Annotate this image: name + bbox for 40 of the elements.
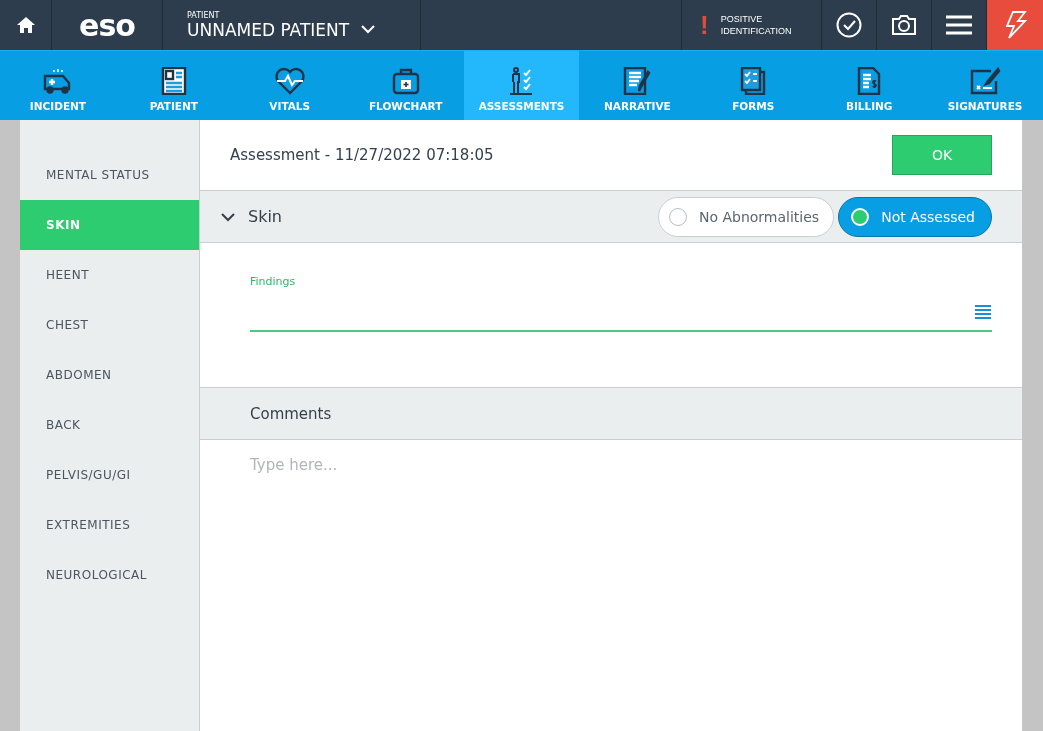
comments-title: Comments <box>250 404 332 423</box>
assessment-title: Assessment - 11/27/2022 07:18:05 <box>230 146 494 164</box>
radio-option[interactable]: Not Assessed <box>838 196 992 237</box>
nav-tab[interactable]: BILLING <box>811 51 928 120</box>
radio-option[interactable]: No Abnormalities <box>657 196 835 237</box>
nav-tab[interactable]: PATIENT <box>115 51 232 120</box>
list-icon[interactable] <box>974 305 992 319</box>
sidebar-item[interactable]: ABDOMEN <box>20 350 199 400</box>
logo: eso <box>79 7 135 43</box>
nav-tab[interactable]: SIGNATURES <box>927 51 1043 120</box>
lightning-icon <box>1003 11 1027 39</box>
nav-tab[interactable]: INCIDENT <box>0 51 116 120</box>
comments-field[interactable]: Type here... <box>200 440 1022 731</box>
nav-tab[interactable]: ASSESSMENTS <box>463 51 580 120</box>
nav-tab[interactable]: FORMS <box>695 51 812 120</box>
findings-label: Findings <box>250 275 297 288</box>
section-title: Skin <box>248 207 283 226</box>
sidebar-item[interactable]: EXTREMITIES <box>20 500 199 550</box>
sidebar-item[interactable]: NEUROLOGICAL <box>20 550 199 600</box>
chevron-icon <box>361 25 376 34</box>
positive-identification-button[interactable]: ! POSITIVE IDENTIFICATION <box>682 0 822 50</box>
sidebar-item[interactable]: HEENT <box>20 250 199 300</box>
check-circle-icon <box>836 12 862 38</box>
lightning-button[interactable] <box>987 0 1043 50</box>
camera-icon <box>891 14 917 36</box>
sidebar-item[interactable]: PELVIS/GU/GI <box>20 450 199 500</box>
sidebar-item[interactable]: SKIN <box>20 200 199 250</box>
signature-icon <box>969 67 1002 95</box>
nav-tab[interactable]: FLOWCHART <box>347 51 464 120</box>
chevron-icon[interactable] <box>220 211 236 222</box>
nav-tab[interactable]: VITALS <box>231 51 348 120</box>
heart-pulse-icon <box>273 67 306 95</box>
sidebar-item[interactable]: CHEST <box>20 300 199 350</box>
sidebar-item[interactable]: BACK <box>20 400 199 450</box>
home-icon <box>15 16 36 34</box>
patient-selector[interactable]: PATIENT UNNAMED PATIENT <box>163 0 421 50</box>
menu-icon <box>946 15 972 35</box>
sidebar-item[interactable]: MENTAL STATUS <box>20 150 199 200</box>
ok-button[interactable]: OK <box>892 135 992 175</box>
nav-tab[interactable]: NARRATIVE <box>579 51 696 120</box>
